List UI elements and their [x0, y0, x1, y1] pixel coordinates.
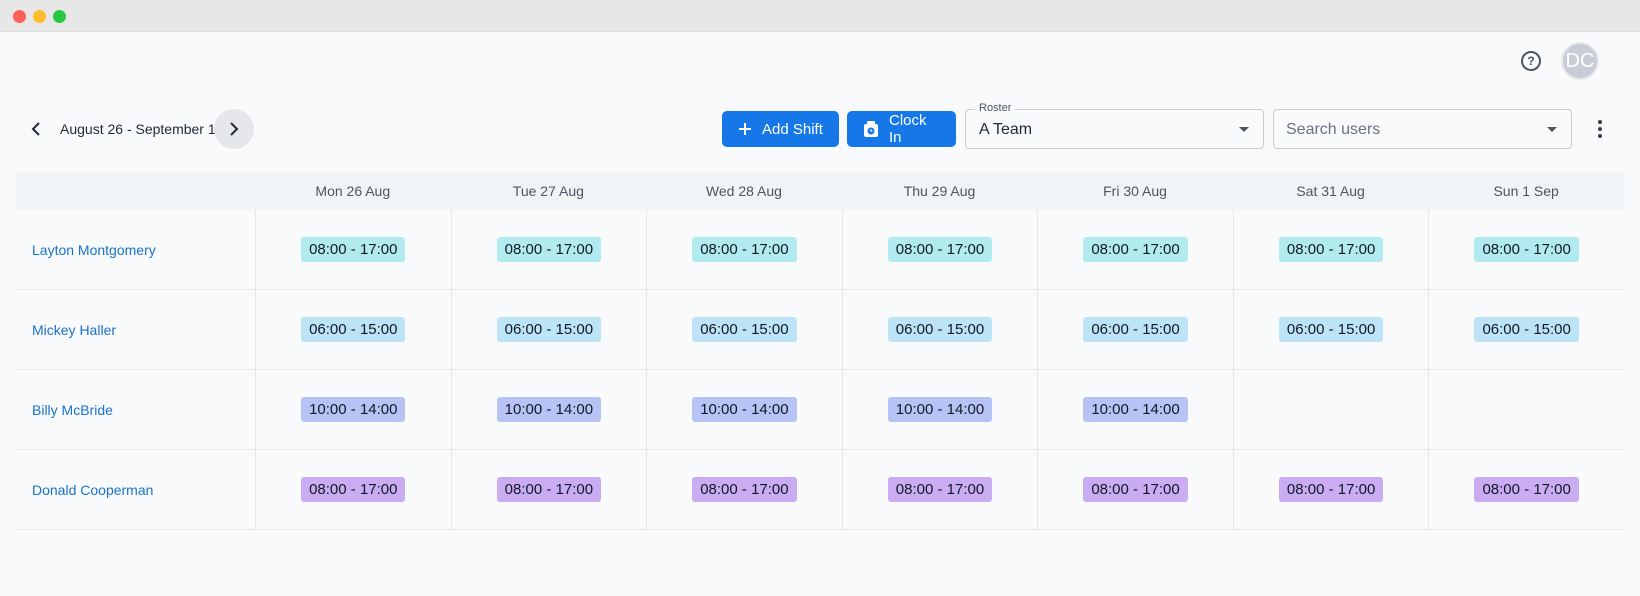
- day-header: Tue 27 Aug: [450, 172, 647, 210]
- shift-cell[interactable]: 06:00 - 15:00: [841, 290, 1038, 370]
- add-shift-button[interactable]: Add Shift: [722, 111, 839, 147]
- shift-cell[interactable]: 08:00 - 17:00: [1232, 210, 1429, 290]
- clock-in-button[interactable]: Clock In: [847, 111, 956, 147]
- shift-pill[interactable]: 08:00 - 17:00: [1083, 237, 1188, 262]
- minimize-window-button[interactable]: [33, 10, 46, 23]
- maximize-window-button[interactable]: [53, 10, 66, 23]
- shift-cell[interactable]: 10:00 - 14:00: [841, 370, 1038, 450]
- close-window-button[interactable]: [13, 10, 26, 23]
- plus-icon: [738, 122, 752, 136]
- shift-pill[interactable]: 10:00 - 14:00: [1083, 397, 1188, 422]
- shift-cell[interactable]: 06:00 - 15:00: [255, 290, 451, 370]
- shift-pill[interactable]: 08:00 - 17:00: [496, 477, 602, 502]
- day-header: Wed 28 Aug: [646, 172, 842, 210]
- shift-pill[interactable]: 08:00 - 17:00: [301, 477, 406, 502]
- shift-pill[interactable]: 08:00 - 17:00: [1474, 237, 1579, 262]
- shift-cell[interactable]: 08:00 - 17:00: [646, 450, 842, 530]
- shift-cell[interactable]: 08:00 - 17:00: [841, 450, 1038, 530]
- shift-cell[interactable]: 08:00 - 17:00: [255, 210, 451, 290]
- shift-pill[interactable]: 06:00 - 15:00: [1474, 317, 1579, 342]
- shift-pill[interactable]: 08:00 - 17:00: [692, 237, 797, 262]
- shift-pill[interactable]: 08:00 - 17:00: [887, 237, 993, 262]
- roster-field-label: Roster: [975, 102, 1016, 114]
- roster-grid: Mon 26 Aug Tue 27 Aug Wed 28 Aug Thu 29 …: [16, 172, 1624, 530]
- employee-name-link[interactable]: Mickey Haller: [16, 290, 255, 370]
- shift-cell[interactable]: 08:00 - 17:00: [841, 210, 1038, 290]
- shift-cell[interactable]: 08:00 - 17:00: [450, 450, 647, 530]
- shift-pill[interactable]: 06:00 - 15:00: [496, 317, 602, 342]
- punch-clock-icon: [863, 120, 879, 138]
- window-titlebar: [0, 0, 1640, 32]
- shift-pill[interactable]: 08:00 - 17:00: [1083, 477, 1188, 502]
- shift-cell[interactable]: 10:00 - 14:00: [255, 370, 451, 450]
- shift-cell[interactable]: 06:00 - 15:00: [1037, 290, 1233, 370]
- roster-select[interactable]: Roster A Team: [965, 102, 1264, 149]
- search-users-select[interactable]: [1273, 109, 1572, 149]
- shift-cell[interactable]: 10:00 - 14:00: [646, 370, 842, 450]
- search-users-input[interactable]: [1286, 118, 1526, 142]
- more-options-icon[interactable]: [1590, 113, 1610, 145]
- previous-week-button[interactable]: [22, 112, 50, 146]
- shift-cell[interactable]: 08:00 - 17:00: [1428, 450, 1624, 530]
- shift-pill[interactable]: 10:00 - 14:00: [887, 397, 993, 422]
- grid-header-corner: [16, 172, 255, 210]
- shift-pill[interactable]: 06:00 - 15:00: [1083, 317, 1188, 342]
- employee-name-link[interactable]: Layton Montgomery: [16, 210, 255, 290]
- shift-pill[interactable]: 10:00 - 14:00: [301, 397, 406, 422]
- chevron-right-icon: [230, 122, 239, 136]
- shift-cell[interactable]: 06:00 - 15:00: [1232, 290, 1429, 370]
- shift-cell[interactable]: 08:00 - 17:00: [1037, 450, 1233, 530]
- shift-pill[interactable]: 08:00 - 17:00: [1278, 237, 1384, 262]
- shift-pill[interactable]: 10:00 - 14:00: [496, 397, 602, 422]
- shift-pill[interactable]: 08:00 - 17:00: [301, 237, 406, 262]
- shift-cell[interactable]: 08:00 - 17:00: [255, 450, 451, 530]
- add-shift-label: Add Shift: [762, 120, 823, 138]
- shift-pill[interactable]: 06:00 - 15:00: [1278, 317, 1384, 342]
- shift-pill[interactable]: 08:00 - 17:00: [1278, 477, 1384, 502]
- shift-pill[interactable]: 08:00 - 17:00: [692, 477, 797, 502]
- shift-pill[interactable]: 08:00 - 17:00: [496, 237, 602, 262]
- roster-value: A Team: [979, 121, 1033, 138]
- avatar[interactable]: DC: [1561, 42, 1599, 80]
- next-week-button[interactable]: [214, 109, 254, 149]
- shift-cell[interactable]: [1428, 370, 1624, 450]
- shift-cell[interactable]: 10:00 - 14:00: [1037, 370, 1233, 450]
- shift-cell[interactable]: 10:00 - 14:00: [450, 370, 647, 450]
- day-header: Sat 31 Aug: [1232, 172, 1429, 210]
- shift-cell[interactable]: 08:00 - 17:00: [1232, 450, 1429, 530]
- day-header: Fri 30 Aug: [1037, 172, 1233, 210]
- shift-cell[interactable]: 08:00 - 17:00: [450, 210, 647, 290]
- date-range-label: August 26 - September 1: [60, 121, 216, 137]
- shift-cell[interactable]: [1232, 370, 1429, 450]
- help-icon[interactable]: ?: [1521, 51, 1541, 71]
- shift-cell[interactable]: 08:00 - 17:00: [1037, 210, 1233, 290]
- shift-pill[interactable]: 06:00 - 15:00: [887, 317, 993, 342]
- dropdown-arrow-icon[interactable]: [1547, 127, 1557, 132]
- shift-pill[interactable]: 06:00 - 15:00: [692, 317, 797, 342]
- day-header: Sun 1 Sep: [1428, 172, 1624, 210]
- shift-pill[interactable]: 10:00 - 14:00: [692, 397, 797, 422]
- employee-name-link[interactable]: Donald Cooperman: [16, 450, 255, 530]
- shift-cell[interactable]: 06:00 - 15:00: [450, 290, 647, 370]
- day-header: Thu 29 Aug: [841, 172, 1038, 210]
- employee-name-link[interactable]: Billy McBride: [16, 370, 255, 450]
- day-header: Mon 26 Aug: [255, 172, 451, 210]
- shift-cell[interactable]: 08:00 - 17:00: [646, 210, 842, 290]
- shift-cell[interactable]: 06:00 - 15:00: [646, 290, 842, 370]
- shift-pill[interactable]: 08:00 - 17:00: [887, 477, 993, 502]
- shift-pill[interactable]: 06:00 - 15:00: [301, 317, 406, 342]
- dropdown-arrow-icon[interactable]: [1239, 127, 1249, 132]
- shift-cell[interactable]: 06:00 - 15:00: [1428, 290, 1624, 370]
- shift-pill[interactable]: 08:00 - 17:00: [1474, 477, 1579, 502]
- clock-in-label: Clock In: [889, 112, 927, 146]
- chevron-left-icon: [31, 122, 40, 136]
- shift-cell[interactable]: 08:00 - 17:00: [1428, 210, 1624, 290]
